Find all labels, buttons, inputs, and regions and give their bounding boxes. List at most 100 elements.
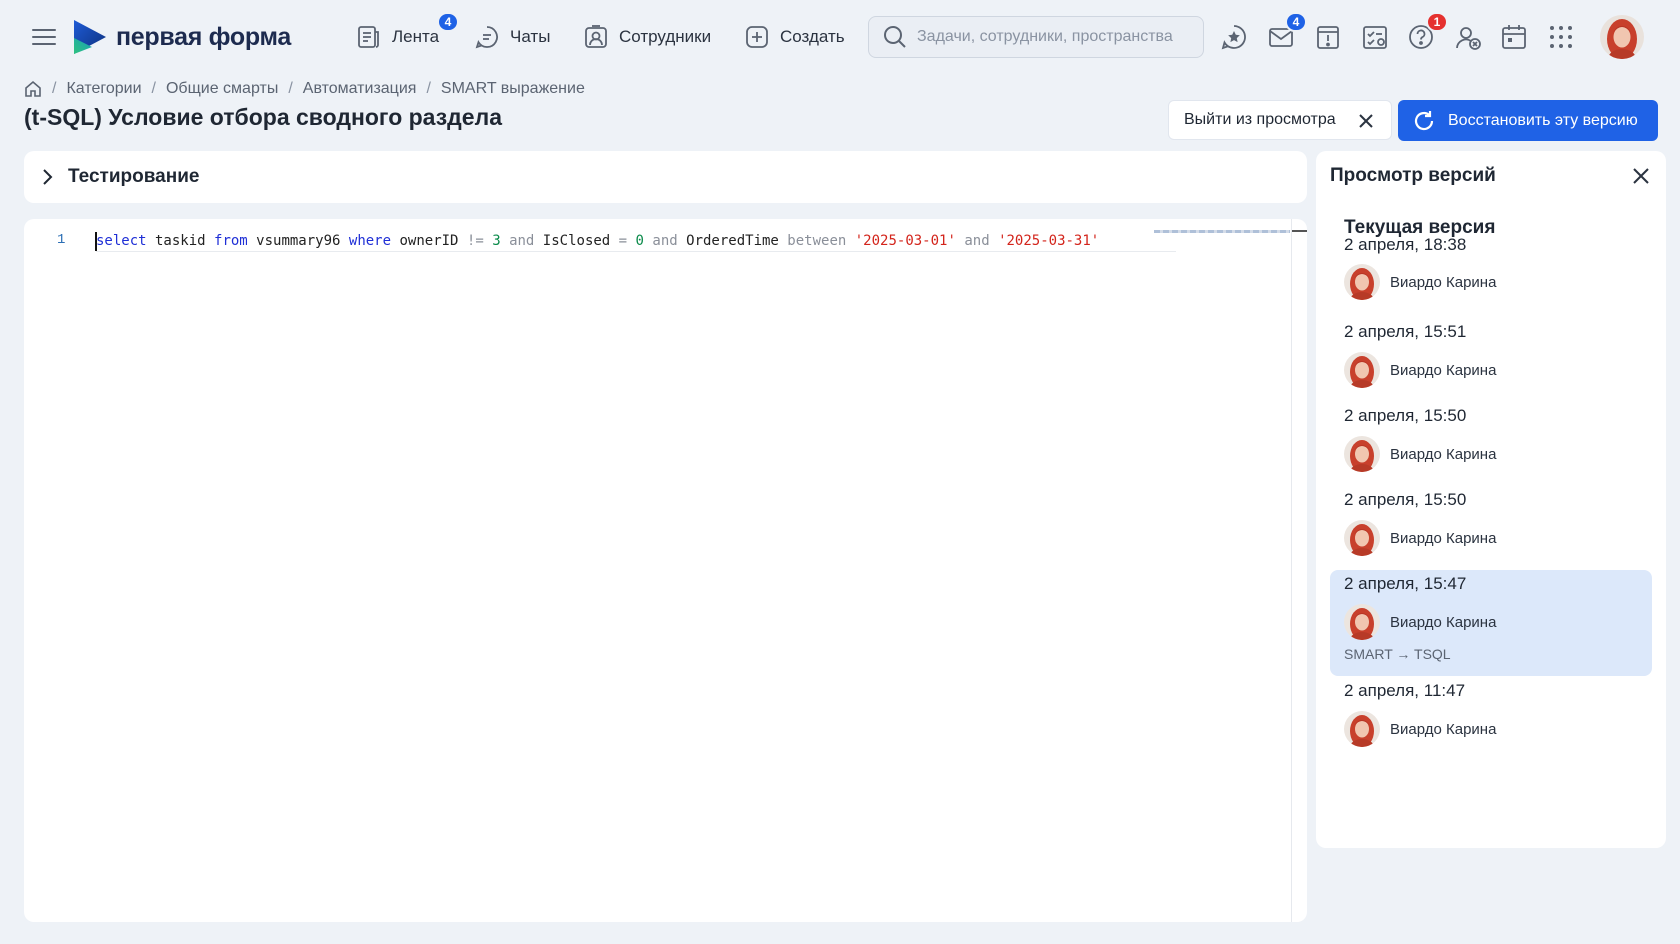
restore-version-button[interactable]: Восстановить эту версию (1398, 100, 1658, 141)
search-box[interactable] (868, 16, 1204, 58)
page-title: (t-SQL) Условие отбора сводного раздела (24, 104, 502, 130)
breadcrumb-item[interactable]: Общие смарты (166, 80, 278, 98)
version-item[interactable]: 2 апреля, 11:47 Виардо Карина (1330, 677, 1652, 755)
nav-create[interactable]: Создать (744, 22, 845, 52)
code-token: '2025-03-31' (998, 233, 1100, 249)
tasks-icon[interactable] (1361, 23, 1389, 51)
home-icon[interactable] (24, 80, 42, 98)
versions-title: Просмотр версий (1330, 165, 1496, 186)
author-name: Виардо Карина (1390, 273, 1497, 291)
exit-preview-button[interactable]: Выйти из просмотра (1168, 100, 1392, 140)
logo[interactable]: первая форма (72, 18, 291, 56)
author-name: Виардо Карина (1390, 613, 1497, 631)
search-input[interactable] (917, 28, 1187, 46)
version-author: Виардо Карина (1344, 264, 1496, 300)
version-author: Виардо Карина (1344, 711, 1496, 747)
mail-badge: 4 (1285, 12, 1307, 32)
code-token: != (466, 233, 484, 249)
version-date: 2 апреля, 15:50 (1344, 490, 1467, 509)
breadcrumb-separator: / (288, 80, 293, 97)
version-date: 2 апреля, 18:38 (1344, 235, 1467, 254)
nav-create-label: Создать (780, 27, 845, 46)
nav-chats-label: Чаты (510, 27, 551, 46)
code-token: OrderedTime (677, 233, 788, 249)
testing-section[interactable]: Тестирование (24, 151, 1307, 203)
calendar-icon[interactable] (1500, 23, 1528, 51)
line-number: 1 (57, 232, 66, 248)
code-token: select (96, 233, 147, 249)
code-token: taskid (146, 233, 215, 249)
nav-feed[interactable]: Лента 4 (356, 12, 459, 52)
breadcrumb-item[interactable]: SMART выражение (441, 80, 585, 98)
restore-version-label: Восстановить эту версию (1448, 111, 1638, 129)
code-editor[interactable]: 1 select taskid from vsummary96 where ow… (24, 219, 1307, 922)
nav-employees-label: Сотрудники (619, 27, 712, 46)
author-name: Виардо Карина (1390, 361, 1497, 379)
minimap[interactable] (1154, 230, 1290, 233)
feed-badge: 4 (437, 12, 459, 32)
code-line[interactable]: select taskid from vsummary96 where owne… (96, 231, 1099, 251)
vertical-scrollbar[interactable] (1291, 219, 1292, 922)
code-token: 0 (635, 233, 644, 249)
favorites-icon[interactable] (1220, 23, 1248, 51)
version-item[interactable]: 2 апреля, 15:51 Виардо Карина (1330, 318, 1652, 396)
author-name: Виардо Карина (1390, 720, 1497, 738)
current-line-highlight (96, 251, 1176, 252)
avatar (1344, 604, 1380, 640)
version-author: Виардо Карина (1344, 520, 1496, 556)
version-item[interactable]: 2 апреля, 15:47 Виардо Карина SMART → TSQL (1330, 570, 1652, 676)
exit-preview-label: Выйти из просмотра (1184, 111, 1336, 128)
version-item[interactable]: 2 апреля, 15:50 Виардо Карина (1330, 486, 1652, 564)
code-token: ownerID (391, 233, 467, 249)
version-date: 2 апреля, 15:50 (1344, 406, 1467, 425)
search-icon (884, 26, 906, 48)
avatar (1344, 436, 1380, 472)
version-item[interactable]: 2 апреля, 18:38 Виардо Карина (1330, 213, 1652, 313)
code-token: and (509, 233, 535, 249)
breadcrumb-item[interactable]: Автоматизация (303, 80, 417, 98)
code-token: where (348, 233, 392, 249)
nav-chats[interactable]: Чаты (474, 22, 550, 52)
code-token: 3 (492, 233, 501, 249)
versions-panel: Просмотр версий Текущая версия 2 апреля,… (1316, 151, 1666, 848)
author-name: Виардо Карина (1390, 529, 1497, 547)
nav-feed-label: Лента (392, 27, 440, 46)
user-avatar[interactable] (1600, 15, 1644, 59)
minimap-slider[interactable] (1291, 230, 1307, 232)
plus-icon (746, 26, 768, 48)
contacts-icon[interactable] (1454, 23, 1482, 51)
code-token: and (652, 233, 678, 249)
logo-text: первая форма (116, 22, 291, 51)
nav-employees[interactable]: Сотрудники (583, 22, 711, 52)
version-author: Виардо Карина (1344, 436, 1496, 472)
code-token: from (214, 233, 248, 249)
code-token: between (787, 233, 847, 249)
help-badge: 1 (1426, 12, 1448, 32)
avatar (1344, 352, 1380, 388)
code-token: and (964, 233, 990, 249)
user-avatar-image (1600, 15, 1644, 59)
version-author: Виардо Карина (1344, 352, 1496, 388)
avatar (1344, 264, 1380, 300)
menu-icon[interactable] (32, 26, 56, 48)
breadcrumb-separator: / (426, 80, 431, 97)
breadcrumb: / Категории / Общие смарты / Автоматизац… (24, 78, 585, 100)
close-icon (1359, 114, 1373, 128)
breadcrumb-separator: / (151, 80, 156, 97)
code-token: '2025-03-01' (854, 233, 956, 249)
alert-icon[interactable] (1314, 23, 1342, 51)
code-token: = (618, 233, 628, 249)
version-date: 2 апреля, 11:47 (1344, 681, 1466, 700)
version-item[interactable]: 2 апреля, 15:50 Виардо Карина (1330, 402, 1652, 480)
logo-mark-icon (74, 20, 106, 54)
chat-icon (475, 26, 498, 49)
version-date: 2 апреля, 15:51 (1344, 322, 1467, 341)
close-icon[interactable] (1630, 165, 1652, 187)
employees-icon (585, 25, 607, 48)
apps-grid-icon[interactable] (1547, 23, 1575, 51)
breadcrumb-item[interactable]: Категории (66, 80, 141, 98)
